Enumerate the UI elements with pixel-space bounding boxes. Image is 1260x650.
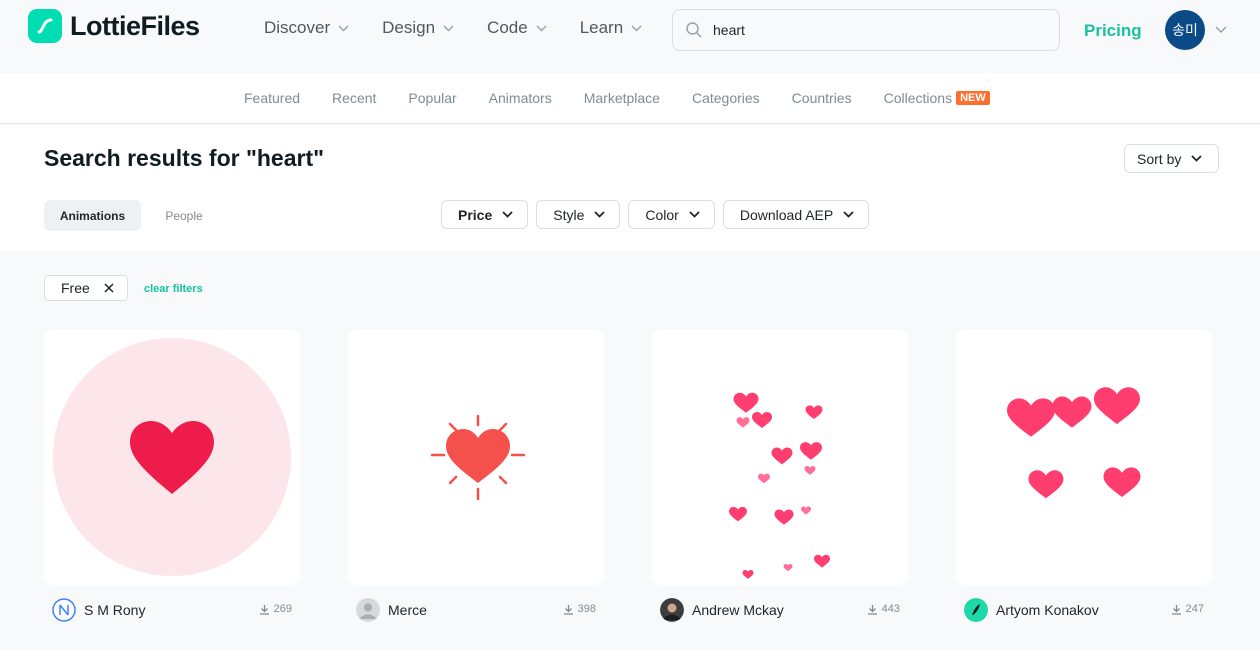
nav-learn[interactable]: Learn (580, 18, 642, 38)
download-count-value: 247 (1185, 603, 1204, 615)
chevron-down-icon (502, 211, 513, 218)
page-title: Search results for "heart" (44, 145, 325, 171)
author-name[interactable]: S M Rony (84, 602, 145, 618)
filter-download-aep-label: Download AEP (739, 206, 834, 223)
user-avatar[interactable]: 송미 (1165, 10, 1205, 50)
download-icon (1171, 604, 1181, 615)
animation-card[interactable] (956, 329, 1212, 585)
animation-card[interactable] (652, 329, 908, 585)
card-meta: Artyom Konakov 247 (956, 596, 1212, 622)
tab-people[interactable]: People (150, 200, 218, 231)
search-input[interactable] (713, 22, 1033, 38)
nav-discover[interactable]: Discover (264, 18, 349, 38)
close-icon[interactable] (104, 283, 114, 293)
filter-bar: Price Style Color Download AEP (441, 200, 877, 229)
filter-style[interactable]: Style (536, 200, 621, 229)
sort-by-label: Sort by (1137, 150, 1182, 167)
chevron-down-icon (1191, 155, 1202, 162)
main-nav: Discover Design Code Learn (264, 18, 675, 38)
pricing-link[interactable]: Pricing (1084, 21, 1142, 41)
author-avatar[interactable] (52, 598, 76, 622)
author-avatar[interactable] (660, 598, 684, 622)
filter-price[interactable]: Price (441, 200, 529, 229)
subnav-countries[interactable]: Countries (792, 90, 852, 106)
nav-code-label: Code (487, 18, 528, 37)
chevron-down-icon (631, 24, 642, 32)
subnav-featured[interactable]: Featured (244, 90, 300, 106)
author-name[interactable]: Andrew Mckay (692, 602, 784, 618)
author-avatar[interactable] (356, 598, 380, 622)
search-icon (686, 22, 702, 38)
download-count-value: 443 (881, 603, 900, 615)
chevron-down-icon[interactable] (1215, 26, 1227, 34)
card-meta: Andrew Mckay 443 (652, 596, 908, 622)
lottiefiles-logo-icon (28, 9, 62, 43)
filter-color-label: Color (645, 206, 679, 223)
chevron-down-icon (843, 211, 854, 218)
subnav-collections[interactable]: Collections NEW (884, 90, 990, 106)
tab-animations[interactable]: Animations (44, 200, 141, 231)
filter-download-aep[interactable]: Download AEP (722, 200, 870, 229)
card-meta: Merce 398 (348, 596, 604, 622)
subnav-collections-label: Collections (883, 90, 953, 106)
download-count: 398 (563, 603, 596, 615)
subnav-marketplace[interactable]: Marketplace (584, 90, 660, 106)
sort-by-dropdown[interactable]: Sort by (1124, 144, 1219, 173)
active-filter-label: Free (61, 280, 90, 296)
heart-animation-preview (430, 414, 526, 501)
hearts-pattern-preview (1007, 387, 1141, 499)
download-count-value: 269 (273, 603, 292, 615)
download-count: 247 (1171, 603, 1204, 615)
top-bar: LottieFiles Discover Design Code Learn P… (0, 0, 1260, 72)
chevron-down-icon (443, 24, 454, 32)
heart-animation-preview (53, 338, 291, 576)
results-header: Search results for "heart" Sort by Anima… (0, 125, 1260, 251)
nav-design-label: Design (382, 18, 436, 37)
search-box[interactable] (672, 9, 1060, 51)
download-icon (867, 604, 877, 615)
animation-card[interactable] (44, 329, 300, 585)
logo[interactable]: LottieFiles (28, 9, 200, 43)
nav-learn-label: Learn (579, 18, 624, 37)
animation-card[interactable] (348, 329, 604, 585)
nav-code[interactable]: Code (487, 18, 547, 38)
download-count: 269 (259, 603, 292, 615)
chevron-down-icon (594, 211, 606, 218)
subnav-categories[interactable]: Categories (692, 90, 760, 106)
filter-style-label: Style (553, 206, 585, 223)
filter-price-label: Price (458, 206, 493, 223)
download-count: 443 (867, 603, 900, 615)
chevron-down-icon (536, 24, 547, 32)
download-icon (259, 604, 269, 615)
subnav-popular[interactable]: Popular (408, 90, 456, 106)
chevron-down-icon (338, 24, 349, 32)
chevron-down-icon (689, 211, 700, 218)
sub-nav: Featured Recent Popular Animators Market… (0, 73, 1260, 124)
new-badge: NEW (956, 91, 990, 105)
active-filter-chip: Free (44, 275, 128, 301)
author-name[interactable]: Merce (388, 602, 427, 618)
download-count-value: 398 (577, 603, 596, 615)
filter-color[interactable]: Color (628, 200, 715, 229)
author-avatar[interactable] (964, 598, 988, 622)
author-name[interactable]: Artyom Konakov (996, 602, 1099, 618)
floating-hearts-preview (729, 392, 830, 579)
subnav-animators[interactable]: Animators (489, 90, 552, 106)
nav-discover-label: Discover (264, 18, 331, 37)
subnav-recent[interactable]: Recent (332, 90, 376, 106)
card-meta: S M Rony 269 (44, 596, 300, 622)
download-icon (563, 604, 573, 615)
clear-filters-link[interactable]: clear filters (144, 283, 203, 295)
logo-text: LottieFiles (70, 10, 200, 41)
nav-design[interactable]: Design (382, 18, 454, 38)
